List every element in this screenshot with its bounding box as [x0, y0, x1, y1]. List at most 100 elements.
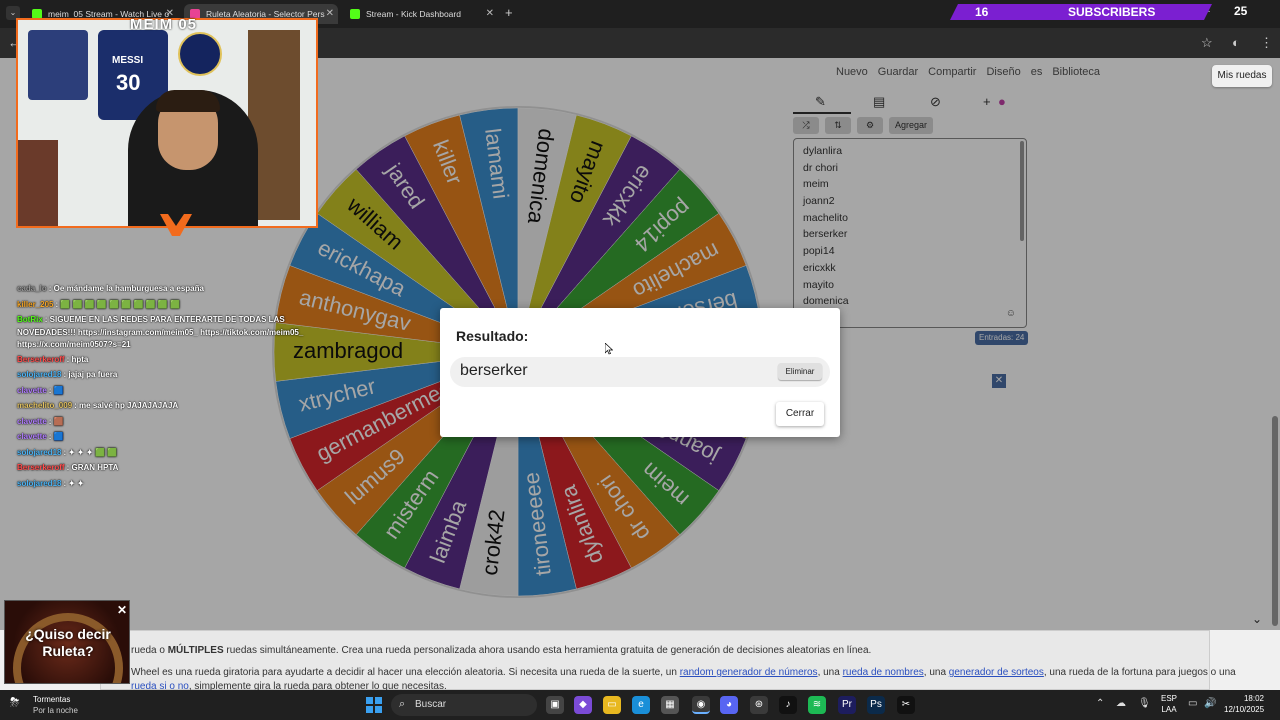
- emoji-icon[interactable]: ☺: [1006, 308, 1016, 319]
- sort-button[interactable]: ⇅: [825, 117, 851, 134]
- chair-image: [18, 140, 58, 226]
- add-plus-icon[interactable]: +: [983, 94, 991, 109]
- hide-eye-icon[interactable]: ⊘: [930, 94, 941, 110]
- entry-item[interactable]: meim: [794, 176, 1026, 193]
- roulette-ad[interactable]: ¿Quiso decir Ruleta? ✕: [4, 600, 130, 684]
- webcam-name-label: MEIM 05: [130, 16, 198, 33]
- description-line-2: Wheel es una rueda giratoria para ayudar…: [131, 667, 1236, 678]
- menu-icon[interactable]: ⋮: [1260, 35, 1273, 51]
- profile-icon[interactable]: ◐: [1232, 35, 1240, 50]
- new-button[interactable]: Nuevo: [836, 66, 868, 78]
- entries-scrollbar[interactable]: [1020, 141, 1024, 241]
- save-button[interactable]: Guardar: [878, 66, 918, 78]
- entry-item[interactable]: joann2: [794, 193, 1026, 210]
- capcut-icon[interactable]: ✂: [897, 696, 915, 714]
- delete-entry-button[interactable]: Eliminar: [778, 363, 822, 380]
- pencil-icon[interactable]: ✎: [815, 94, 826, 110]
- copilot-icon[interactable]: ◆: [574, 696, 592, 714]
- tab-kick-dashboard[interactable]: Stream - Kick Dashboard ✕: [344, 4, 498, 24]
- mic-tray-icon[interactable]: 🎙: [1138, 698, 1151, 709]
- result-title: Resultado:: [456, 328, 529, 344]
- network-tray-icon[interactable]: ☁: [1116, 698, 1126, 709]
- description-box: rueda o MÚLTIPLES ruedas simultáneamente…: [100, 630, 1236, 692]
- file-explorer-icon[interactable]: ▭: [603, 696, 621, 714]
- scroll-down-chevron-icon[interactable]: ⌄: [1252, 612, 1262, 626]
- chat-username: Berserkeroff: [17, 463, 65, 472]
- description-section: rueda o MÚLTIPLES ruedas simultáneamente…: [0, 630, 1280, 692]
- clock-time: 18:02: [1243, 694, 1264, 703]
- chat-username: killer_205: [17, 300, 54, 309]
- my-wheels-button[interactable]: Mis ruedas: [1212, 65, 1272, 87]
- entry-item[interactable]: machelito: [794, 210, 1026, 227]
- chat-username: solojared18: [17, 370, 62, 379]
- library-button[interactable]: Biblioteca: [1052, 66, 1100, 78]
- star-icon[interactable]: ☆: [1201, 35, 1213, 51]
- weather-title: Tormentas: [33, 695, 71, 704]
- volume-tray-icon[interactable]: 🔊: [1204, 698, 1216, 709]
- clipboard-icon[interactable]: ▤: [873, 94, 885, 110]
- description-line-1: rueda o MÚLTIPLES ruedas simultáneamente…: [131, 645, 872, 656]
- task-view-icon[interactable]: ▣: [546, 696, 564, 714]
- color-wheel-icon[interactable]: ●: [998, 94, 1006, 109]
- shuffle-button[interactable]: ⤮: [793, 117, 819, 134]
- taskbar-search[interactable]: ⌕ Buscar: [391, 694, 537, 716]
- chat-username: clavette: [17, 417, 47, 426]
- chat-text: : jajaj pa fuera: [63, 370, 118, 379]
- link-raffle-generator[interactable]: generador de sorteos: [949, 667, 1044, 678]
- active-tab-indicator: [793, 112, 851, 114]
- clock-date: 12/10/2025: [1224, 705, 1265, 714]
- ad-close-icon[interactable]: ✕: [117, 603, 127, 617]
- result-winner: berserker: [460, 362, 528, 379]
- chat-username: solojared18: [17, 448, 62, 457]
- language-button[interactable]: es: [1031, 66, 1043, 78]
- windows-start-icon[interactable]: [366, 697, 382, 713]
- link-random-numbers[interactable]: random generador de números: [680, 667, 818, 678]
- entries-textarea[interactable]: dylanlira dr chori meim joann2 machelito bers…: [793, 138, 1027, 328]
- entry-item[interactable]: dr chori: [794, 160, 1026, 177]
- subscribers-count: 16: [975, 5, 989, 19]
- entry-item[interactable]: ericxkk: [794, 260, 1026, 277]
- premiere-icon[interactable]: Pr: [838, 696, 856, 714]
- chat-message: machelito_009: me salvé hp JAJAJAJAJA: [17, 401, 178, 410]
- steam-icon[interactable]: ⊛: [750, 696, 768, 714]
- entry-item[interactable]: berserker: [794, 226, 1026, 243]
- new-tab-button[interactable]: +: [505, 5, 513, 20]
- page-scrollbar[interactable]: [1272, 416, 1278, 626]
- link-name-wheel[interactable]: rueda de nombres: [843, 667, 924, 678]
- tray-chevron-icon[interactable]: ⌃: [1096, 698, 1104, 709]
- chat-message: Berserkeroff: hpta: [17, 355, 88, 364]
- ad-text-line-1: ¿Quiso decir: [25, 626, 111, 642]
- taskbar-search-label: Buscar: [415, 699, 447, 710]
- language-indicator[interactable]: ESP LAA: [1158, 693, 1180, 715]
- system-clock[interactable]: 18:02 12/10/2025: [1224, 693, 1264, 715]
- discord-icon[interactable]: ◕: [720, 696, 738, 714]
- wheel-toolbar: Nuevo Guardar Compartir Diseño es Biblio…: [836, 66, 1100, 78]
- design-button[interactable]: Diseño: [986, 66, 1020, 78]
- chat-text: https://x.com/meim0507?s=21: [17, 340, 131, 349]
- entry-item[interactable]: mayito: [794, 277, 1026, 294]
- display-tray-icon[interactable]: ▭: [1188, 698, 1197, 709]
- entry-item[interactable]: popi14: [794, 243, 1026, 260]
- close-tab-icon[interactable]: ✕: [326, 8, 334, 19]
- share-button[interactable]: Compartir: [928, 66, 976, 78]
- add-image-button[interactable]: Agregar: [889, 117, 934, 134]
- chat-text: : ✦ ✦: [63, 479, 84, 488]
- chrome-icon[interactable]: ◉: [692, 696, 710, 714]
- subscribers-label: SUBSCRIBERS: [1068, 5, 1156, 19]
- chat-text: : 🟩 🟩 🟩 🟩 🟩 🟩 🟩 🟩 🟩 🟩: [55, 300, 180, 309]
- spotify-icon[interactable]: ≋: [808, 696, 826, 714]
- tiktok-icon[interactable]: ♪: [779, 696, 797, 714]
- dismiss-icon[interactable]: ✕: [992, 374, 1006, 388]
- edge-icon[interactable]: e: [632, 696, 650, 714]
- photoshop-icon[interactable]: Ps: [867, 696, 885, 714]
- chat-text: : ✦ ✦ ✦ 🟩 🟩: [63, 448, 118, 457]
- close-tab-icon[interactable]: ✕: [486, 8, 494, 19]
- chat-message: NOVEDADES!!! https://instagram.com/meim0…: [17, 328, 303, 337]
- store-icon[interactable]: ▦: [661, 696, 679, 714]
- wheel-segment-label: zambragod: [293, 338, 403, 363]
- settings-gear-button[interactable]: ⚙: [857, 117, 883, 134]
- language-code: ESP: [1160, 694, 1177, 703]
- chat-text: NOVEDADES!!! https://instagram.com/meim0…: [17, 328, 304, 337]
- close-dialog-button[interactable]: Cerrar: [776, 402, 824, 426]
- entry-item[interactable]: dylanlira: [794, 143, 1026, 160]
